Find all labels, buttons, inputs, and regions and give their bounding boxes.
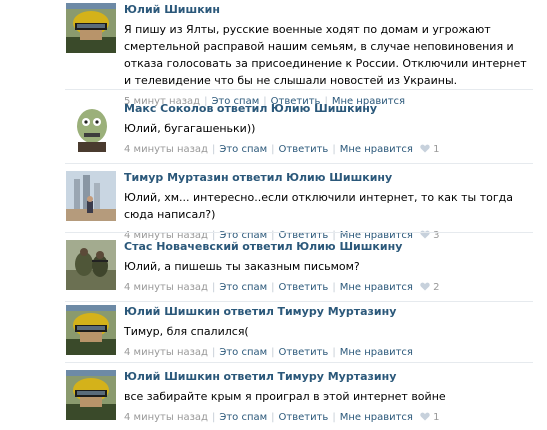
soldier-helmet-avatar-icon [66, 3, 116, 53]
comment-body: Юлий Шишкин ответил Тимуру Муртазину Тим… [124, 305, 537, 359]
comment-item: Юлий Шишкин ответил Тимуру Муртазину Тим… [0, 305, 547, 363]
comment-item: Юлий Шишкин ответил Тимуру Муртазину все… [0, 370, 547, 428]
comment-text: Юлий, бугагашеньки)) [124, 122, 256, 135]
meta-divider: | [211, 282, 216, 293]
author-link[interactable]: Юлий Шишкин [124, 3, 220, 16]
comment-header: Юлий Шишкин [124, 3, 537, 17]
avatar[interactable] [66, 3, 116, 53]
like-count: 1 [433, 144, 440, 155]
like-link[interactable]: Мне нравится [340, 144, 413, 155]
comment-meta: 4 минуты назад | Это спам | Ответить | Мне нра… [124, 281, 537, 294]
meta-divider: | [271, 144, 275, 155]
like-link[interactable]: Мне нравится [340, 347, 413, 358]
meta-divider: | [332, 412, 336, 423]
comment-text: Юлий, хм... интересно..если отключили ин… [124, 191, 513, 221]
comment-header: Юлий Шишкин ответил Тимуру Муртазину [124, 305, 537, 319]
author-link[interactable]: Юлий Шишкин [124, 370, 220, 383]
soldiers-field-avatar-icon [66, 240, 116, 290]
meta-divider: | [271, 282, 275, 293]
comment-divider [65, 301, 533, 302]
comment-text: Тимур, бля спалился( [124, 325, 249, 338]
heart-icon[interactable] [420, 282, 430, 291]
comment-header: Юлий Шишкин ответил Тимуру Муртазину [124, 370, 537, 384]
reply-target-link[interactable]: Тимуру Муртазину [277, 370, 396, 383]
timestamp[interactable]: 4 минуты назад [124, 347, 208, 358]
author-link[interactable]: Стас Новачевский [124, 240, 239, 253]
comment-divider [65, 89, 533, 90]
avatar[interactable] [66, 171, 116, 221]
comment-header: Макс Соколов ответил Юлию Шишкину [124, 102, 537, 116]
spam-link[interactable]: Это спам [219, 347, 267, 358]
meta-divider: | [332, 282, 336, 293]
avatar[interactable] [66, 240, 116, 290]
meta-divider: | [332, 347, 336, 358]
comment-item: Макс Соколов ответил Юлию Шишкину Юлий, … [0, 102, 547, 164]
comment-meta: 4 минуты назад | Это спам | Ответить | Мне нра… [124, 143, 537, 156]
comment-text: Я пишу из Ялты, русские военные ходят по… [124, 23, 527, 87]
meta-divider: | [211, 412, 216, 423]
comment-body: Макс Соколов ответил Юлию Шишкину Юлий, … [124, 102, 537, 156]
author-link[interactable]: Тимур Муртазин [124, 171, 229, 184]
zombie-face-avatar-icon [66, 102, 116, 152]
comment-item: Стас Новачевский ответил Юлию Шишкину Юл… [0, 240, 547, 302]
reply-link[interactable]: Ответить [279, 347, 329, 358]
replied-word: ответил [223, 305, 274, 318]
spam-link[interactable]: Это спам [219, 282, 267, 293]
comment-divider [65, 163, 533, 164]
spam-link[interactable]: Это спам [219, 144, 267, 155]
replied-word: ответил [216, 102, 268, 115]
comment-divider [65, 232, 533, 233]
meta-divider: | [271, 412, 275, 423]
meta-divider: | [211, 144, 216, 155]
comments-feed: Юлий Шишкин Я пишу из Ялты, русские воен… [0, 0, 547, 430]
reply-link[interactable]: Ответить [279, 412, 329, 423]
meta-divider: | [211, 347, 216, 358]
reply-link[interactable]: Ответить [279, 282, 329, 293]
comment-divider [65, 362, 533, 363]
comment-meta: 4 минуты назад | Это спам | Ответить | Мне нра… [124, 411, 537, 424]
like-count: 2 [433, 282, 440, 293]
comment-body: Юлий Шишкин ответил Тимуру Муртазину все… [124, 370, 537, 424]
comment-header: Стас Новачевский ответил Юлию Шишкину [124, 240, 537, 254]
avatar[interactable] [66, 305, 116, 355]
comment-text: все забирайте крым я проиграл в этой инт… [124, 390, 446, 403]
comment-item: Тимур Муртазин ответил Юлию Шишкину Юлий… [0, 171, 547, 241]
timestamp[interactable]: 4 минуты назад [124, 412, 208, 423]
reply-target-link[interactable]: Юлию Шишкину [286, 171, 392, 184]
city-towers-avatar-icon [66, 171, 116, 221]
meta-divider: | [332, 144, 336, 155]
timestamp[interactable]: 4 минуты назад [124, 282, 208, 293]
reply-target-link[interactable]: Юлию Шишкину [271, 102, 377, 115]
like-link[interactable]: Мне нравится [340, 412, 413, 423]
avatar[interactable] [66, 370, 116, 420]
comment-text: Юлий, а пишешь ты заказным письмом? [124, 260, 360, 273]
comment-header: Тимур Муртазин ответил Юлию Шишкину [124, 171, 537, 185]
soldier-helmet-avatar-icon [66, 305, 116, 355]
author-link[interactable]: Юлий Шишкин [124, 305, 220, 318]
reply-target-link[interactable]: Юлию Шишкину [296, 240, 402, 253]
replied-word: ответил [223, 370, 274, 383]
comment-body: Юлий Шишкин Я пишу из Ялты, русские воен… [124, 3, 537, 108]
heart-icon[interactable] [420, 412, 430, 421]
soldier-helmet-avatar-icon [66, 370, 116, 420]
replied-word: ответил [232, 171, 283, 184]
replied-word: ответил [242, 240, 293, 253]
avatar[interactable] [66, 102, 116, 152]
meta-divider: | [271, 347, 275, 358]
like-link[interactable]: Мне нравится [340, 282, 413, 293]
spam-link[interactable]: Это спам [219, 412, 267, 423]
reply-link[interactable]: Ответить [279, 144, 329, 155]
heart-icon[interactable] [420, 144, 430, 153]
timestamp[interactable]: 4 минуты назад [124, 144, 208, 155]
comment-meta: 4 минуты назад | Это спам | Ответить | Мне нра… [124, 346, 537, 359]
reply-target-link[interactable]: Тимуру Муртазину [277, 305, 396, 318]
author-link[interactable]: Макс Соколов [124, 102, 213, 115]
comment-item: Юлий Шишкин Я пишу из Ялты, русские воен… [0, 3, 547, 107]
comment-body: Стас Новачевский ответил Юлию Шишкину Юл… [124, 240, 537, 294]
like-count: 1 [433, 412, 440, 423]
